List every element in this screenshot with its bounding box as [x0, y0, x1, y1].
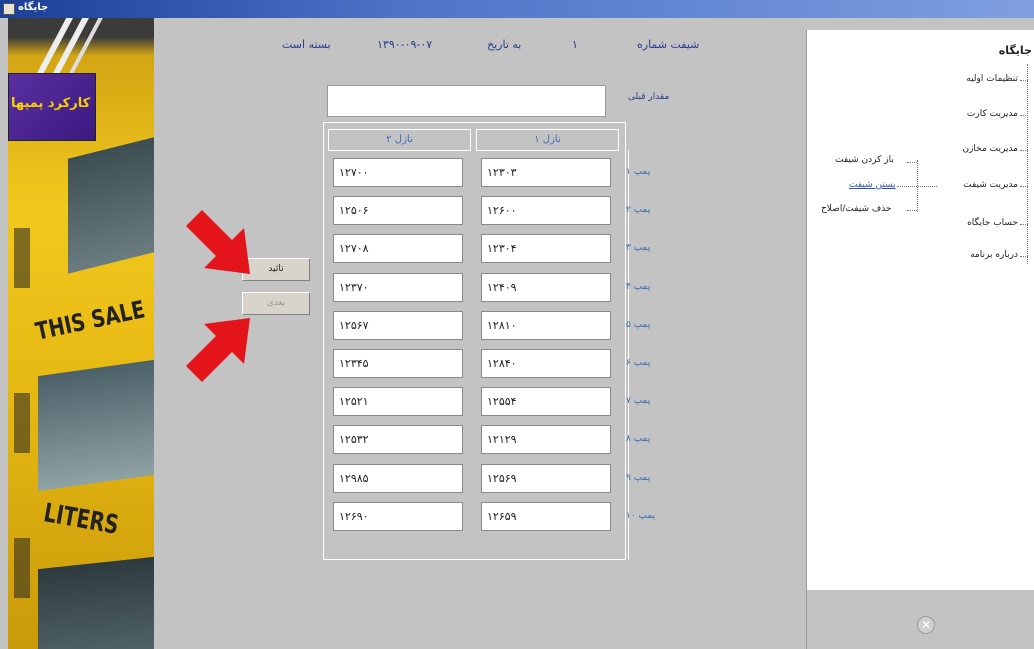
- tree-item-station-account[interactable]: حساب جایگاه: [967, 218, 1018, 228]
- close-icon[interactable]: ✕: [917, 616, 935, 634]
- nozzle2-reading-field[interactable]: ۱۲۶۹۰: [333, 502, 463, 531]
- pump-display-window: [38, 556, 154, 649]
- pump-readings-grid: نازل ۲ نازل ۱: [323, 122, 626, 560]
- pump-row-label: پمپ ۱۰: [626, 511, 656, 521]
- shift-status: بسته است: [282, 38, 331, 51]
- pump-row-label: پمپ ۲: [626, 205, 651, 215]
- pump-sign-glyph: [14, 393, 30, 453]
- shift-header: بسته است ۱۳۹۰-۰۹-۰۷ به تاریخ ۱ شیفت شمار…: [282, 38, 722, 54]
- app-window: جایگاه کارکرد پمپها THIS SALE LITERS بست…: [0, 0, 1034, 649]
- nozzle2-reading-field[interactable]: ۱۲۳۴۵: [333, 349, 463, 378]
- pump-row-label: پمپ ۶: [626, 358, 651, 368]
- nozzle1-reading-field[interactable]: ۱۲۳۰۴: [481, 234, 611, 263]
- previous-value-label: مقدار قبلی: [628, 92, 670, 102]
- nozzle1-reading-field[interactable]: ۱۲۳۰۳: [481, 158, 611, 187]
- red-arrow-icon: [186, 210, 250, 274]
- shift-date: ۱۳۹۰-۰۹-۰۷: [377, 38, 433, 51]
- tree-connector: [1020, 115, 1028, 116]
- pump-row-label: پمپ ۸: [626, 434, 651, 444]
- nozzle1-reading-field[interactable]: ۱۲۵۵۴: [481, 387, 611, 416]
- tree-connector: [1020, 150, 1028, 151]
- red-arrow-icon: [186, 318, 250, 382]
- tree-item-open-shift[interactable]: باز کردن شیفت: [835, 155, 894, 165]
- tree-root-label: جایگاه: [998, 44, 1032, 57]
- tree-connector: [1020, 186, 1028, 187]
- pump-sign-liters: LITERS: [41, 498, 121, 541]
- navigation-tree: جایگاه تنظیمات اولیه مدیریت کارت مدیریت …: [806, 30, 1034, 590]
- previous-value-field[interactable]: [327, 85, 606, 117]
- pump-display-window: [38, 359, 154, 492]
- nozzle1-reading-field[interactable]: ۱۲۶۵۹: [481, 502, 611, 531]
- fuel-pump-photo: کارکرد پمپها THIS SALE LITERS: [8, 18, 154, 649]
- tree-connector: [1020, 224, 1028, 225]
- nozzle1-reading-field[interactable]: ۱۲۴۰۹: [481, 273, 611, 302]
- bottom-toolbar: ✕: [806, 590, 1034, 649]
- shift-label: شیفت شماره: [637, 38, 700, 51]
- tree-connector: [1027, 64, 1028, 264]
- nozzle1-reading-field[interactable]: ۱۲۵۶۹: [481, 464, 611, 493]
- pump-row-label: پمپ ۷: [626, 396, 651, 406]
- nozzle2-reading-field[interactable]: ۱۲۷۰۸: [333, 234, 463, 263]
- nozzle2-reading-field[interactable]: ۱۲۵۰۶: [333, 196, 463, 225]
- tree-connector: [897, 186, 937, 187]
- pump-row-label: پمپ ۵: [626, 320, 651, 330]
- nozzle2-reading-field[interactable]: ۱۲۳۷۰: [333, 273, 463, 302]
- window-title: جایگاه: [18, 2, 49, 13]
- date-label: به تاریخ: [487, 38, 522, 51]
- pump-sign-glyph: [14, 228, 30, 288]
- nozzle1-reading-field[interactable]: ۱۲۶۰۰: [481, 196, 611, 225]
- nozzle1-reading-field[interactable]: ۱۲۱۲۹: [481, 425, 611, 454]
- nozzle1-reading-field[interactable]: ۱۲۸۱۰: [481, 311, 611, 340]
- pump-usage-badge: کارکرد پمپها: [8, 73, 96, 141]
- pump-row-label: پمپ ۳: [626, 243, 651, 253]
- pump-sign-glyph: [14, 538, 30, 598]
- tree-item-initial-settings[interactable]: تنظیمات اولیه: [966, 74, 1018, 84]
- tree-item-delete-shift[interactable]: حذف شیفت/اصلاح: [821, 204, 891, 214]
- tree-item-card-management[interactable]: مدیریت کارت: [967, 109, 1018, 119]
- pump-row-label: پمپ ۴: [626, 282, 651, 292]
- tree-connector: [1020, 256, 1028, 257]
- tree-connector: [907, 162, 917, 163]
- app-icon: [3, 3, 15, 15]
- nozzle2-reading-field[interactable]: ۱۲۵۳۲: [333, 425, 463, 454]
- main-panel: بسته است ۱۳۹۰-۰۹-۰۷ به تاریخ ۱ شیفت شمار…: [154, 18, 804, 649]
- tree-item-about[interactable]: درباره برنامه: [970, 250, 1018, 260]
- tree-connector: [1020, 80, 1028, 81]
- pump-display-window: [68, 137, 154, 274]
- tree-item-tank-management[interactable]: مدیریت مخازن: [962, 144, 1018, 154]
- nozzle2-reading-field[interactable]: ۱۲۷۰۰: [333, 158, 463, 187]
- nozzle2-reading-field[interactable]: ۱۲۵۶۷: [333, 311, 463, 340]
- column-header-nozzle2: نازل ۲: [328, 129, 471, 151]
- tree-item-shift-management[interactable]: مدیریت شیفت: [963, 180, 1018, 190]
- tree-item-close-shift[interactable]: بستن شیفت: [849, 180, 896, 190]
- title-bar[interactable]: جایگاه: [0, 0, 1034, 18]
- column-header-nozzle1: نازل ۱: [476, 129, 619, 151]
- badge-label: کارکرد پمپها: [11, 96, 91, 111]
- pump-sign-sale: THIS SALE: [33, 295, 148, 346]
- nozzle1-reading-field[interactable]: ۱۲۸۴۰: [481, 349, 611, 378]
- tree-connector: [907, 210, 917, 211]
- nozzle2-reading-field[interactable]: ۱۲۵۲۱: [333, 387, 463, 416]
- nozzle2-reading-field[interactable]: ۱۲۹۸۵: [333, 464, 463, 493]
- pump-row-label: پمپ ۱: [626, 167, 651, 177]
- shift-number: ۱: [572, 38, 578, 51]
- pump-row-label: پمپ ۹: [626, 473, 651, 483]
